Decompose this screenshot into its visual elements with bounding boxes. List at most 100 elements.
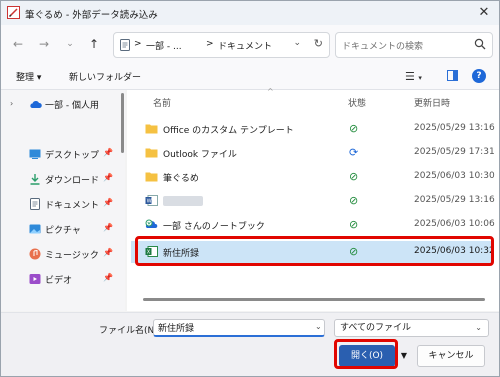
- highlight-selected-row: [135, 236, 494, 266]
- download-icon: [30, 174, 40, 185]
- picture-icon: [29, 224, 41, 234]
- document-icon: [30, 198, 40, 210]
- sidebar-item-documents[interactable]: ドキュメント 📌: [1, 193, 119, 215]
- list-item[interactable]: Office のカスタム テンプレート ⊘ 2025/05/29 13:16: [131, 118, 495, 140]
- address-segment-documents[interactable]: ドキュメント: [218, 39, 272, 52]
- sidebar-item-downloads[interactable]: ダウンロード 📌: [1, 168, 119, 190]
- sidebar-item-videos[interactable]: ビデオ 📌: [1, 268, 119, 290]
- file-name-redacted: [163, 196, 203, 206]
- video-icon: [29, 274, 41, 284]
- pin-icon: 📌: [103, 273, 113, 282]
- sidebar-item-pictures[interactable]: ピクチャ 📌: [1, 218, 119, 240]
- file-date: 2025/05/29 17:31: [414, 147, 495, 157]
- synced-icon: ⊘: [349, 194, 359, 207]
- sidebar-item-label: デスクトップ: [45, 151, 100, 161]
- arrow-up-icon[interactable]: ↑: [85, 35, 103, 53]
- sidebar-item-label: ビデオ: [45, 276, 73, 286]
- word-file-icon: W: [145, 195, 158, 206]
- organize-label: 整理: [16, 73, 35, 83]
- pin-icon: 📌: [103, 248, 113, 257]
- search-icon: [474, 38, 486, 50]
- folder-icon: [145, 148, 158, 158]
- sidebar-item-label: 一部 - 個人用: [45, 101, 99, 111]
- arrow-right-icon[interactable]: →: [35, 35, 53, 53]
- address-separator: >: [206, 39, 214, 49]
- column-header-name[interactable]: 名前: [153, 96, 171, 109]
- view-options-icon[interactable]: ☰ ▾: [405, 70, 422, 83]
- chevron-down-icon: ▾: [36, 73, 42, 83]
- open-options-dropdown[interactable]: ▼: [397, 345, 411, 367]
- pin-icon: 📌: [103, 173, 113, 182]
- file-name: 筆ぐるめ: [163, 174, 199, 184]
- organize-button[interactable]: 整理 ▾: [16, 70, 41, 83]
- app-icon: [7, 6, 20, 19]
- sidebar-item-label: ダウンロード: [45, 176, 100, 186]
- horizontal-scrollbar[interactable]: [143, 298, 485, 301]
- navigation-pane: › 一部 - 個人用 デスクトップ 📌 ダウンロード 📌 ドキュメント 📌 ピク…: [1, 90, 125, 311]
- file-date: 2025/05/29 13:16: [414, 123, 495, 133]
- dialog-footer: ファイル名(N): 新住所録 ⌄ すべてのファイル ⌄ 開く(O) ▼ キャンセ…: [1, 312, 499, 376]
- list-item[interactable]: W ⊘ 2025/05/29 13:16: [131, 190, 495, 212]
- arrow-left-icon[interactable]: ←: [9, 35, 27, 53]
- navigation-bar: ← → ⌄ ↑ > 一部 - ... > ドキュメント ⌄ ↻ ドキュメントの検…: [1, 25, 499, 63]
- window-title: 筆ぐるめ - 外部データ読み込み: [25, 10, 158, 21]
- syncing-icon: ⟳: [349, 146, 359, 159]
- address-separator: >: [134, 39, 142, 49]
- pin-icon: 📌: [103, 223, 113, 232]
- pin-icon: 📌: [103, 198, 113, 207]
- desktop-icon: [29, 149, 41, 159]
- sidebar-item-music[interactable]: ミュージック 📌: [1, 243, 119, 265]
- cancel-button[interactable]: キャンセル: [417, 345, 485, 367]
- synced-icon: ⊘: [349, 170, 359, 183]
- filename-label: ファイル名(N):: [99, 326, 161, 336]
- chevron-down-icon: ⌄: [475, 323, 482, 332]
- music-icon: [29, 248, 41, 260]
- close-icon[interactable]: ✕: [475, 4, 493, 22]
- address-bar[interactable]: > 一部 - ... > ドキュメント ⌄ ↻: [113, 32, 330, 58]
- highlight-open-button: [334, 339, 398, 369]
- sort-arrow-icon: ^: [267, 87, 274, 96]
- list-item[interactable]: 一部 さんのノートブック ⊘ 2025/06/03 10:06: [131, 214, 495, 236]
- list-item[interactable]: 筆ぐるめ ⊘ 2025/06/03 10:30: [131, 166, 495, 188]
- preview-pane-icon[interactable]: [447, 70, 458, 81]
- file-open-dialog: 筆ぐるめ - 外部データ読み込み ✕ ← → ⌄ ↑ > 一部 - ... > …: [0, 0, 500, 377]
- sidebar-item-label: ドキュメント: [45, 201, 100, 211]
- sidebar-item-desktop[interactable]: デスクトップ 📌: [1, 143, 119, 165]
- search-input[interactable]: ドキュメントの検索: [342, 39, 423, 52]
- pin-icon: 📌: [103, 148, 113, 157]
- folder-icon: [145, 124, 158, 134]
- svg-text:W: W: [147, 199, 152, 205]
- file-name: 一部 さんのノートブック: [163, 222, 265, 232]
- filetype-select[interactable]: すべてのファイル ⌄: [334, 319, 489, 337]
- help-icon[interactable]: ?: [472, 69, 486, 83]
- column-label: 名前: [153, 99, 172, 109]
- address-segment-onedrive[interactable]: 一部 - ...: [146, 39, 182, 52]
- list-item[interactable]: Outlook ファイル ⟳ 2025/05/29 17:31: [131, 142, 495, 164]
- sidebar-scrollbar[interactable]: [121, 93, 124, 153]
- title-bar: 筆ぐるめ - 外部データ読み込み ✕: [1, 1, 499, 25]
- column-header-status[interactable]: 状態: [348, 96, 366, 109]
- search-box[interactable]: ドキュメントの検索: [335, 32, 493, 58]
- command-bar: 整理 ▾ 新しいフォルダー ☰ ▾ ?: [1, 63, 499, 90]
- filetype-value: すべてのファイル: [340, 323, 412, 333]
- sidebar-item-onedrive[interactable]: › 一部 - 個人用: [1, 93, 119, 115]
- filename-input[interactable]: 新住所録: [153, 319, 325, 337]
- file-date: 2025/06/03 10:30: [414, 171, 495, 181]
- notebook-icon: [145, 219, 158, 228]
- document-icon: [120, 39, 130, 51]
- synced-icon: ⊘: [349, 122, 359, 135]
- cloud-icon: [30, 101, 42, 108]
- column-header-date[interactable]: 更新日時: [414, 96, 450, 109]
- file-name: Office のカスタム テンプレート: [163, 126, 294, 136]
- chevron-down-icon[interactable]: ⌄: [315, 322, 322, 331]
- file-list: 名前 ^ 状態 更新日時 Office のカスタム テンプレート ⊘ 2025/…: [127, 87, 499, 311]
- synced-icon: ⊘: [349, 218, 359, 231]
- file-date: 2025/05/29 13:16: [414, 195, 495, 205]
- chevron-down-icon[interactable]: ⌄: [61, 35, 79, 53]
- chevron-down-icon[interactable]: ⌄: [293, 38, 301, 48]
- file-name: Outlook ファイル: [163, 150, 237, 160]
- sidebar-item-label: ピクチャ: [45, 226, 81, 236]
- refresh-icon[interactable]: ↻: [314, 37, 323, 50]
- chevron-right-icon[interactable]: ›: [10, 99, 13, 108]
- new-folder-button[interactable]: 新しいフォルダー: [69, 70, 141, 83]
